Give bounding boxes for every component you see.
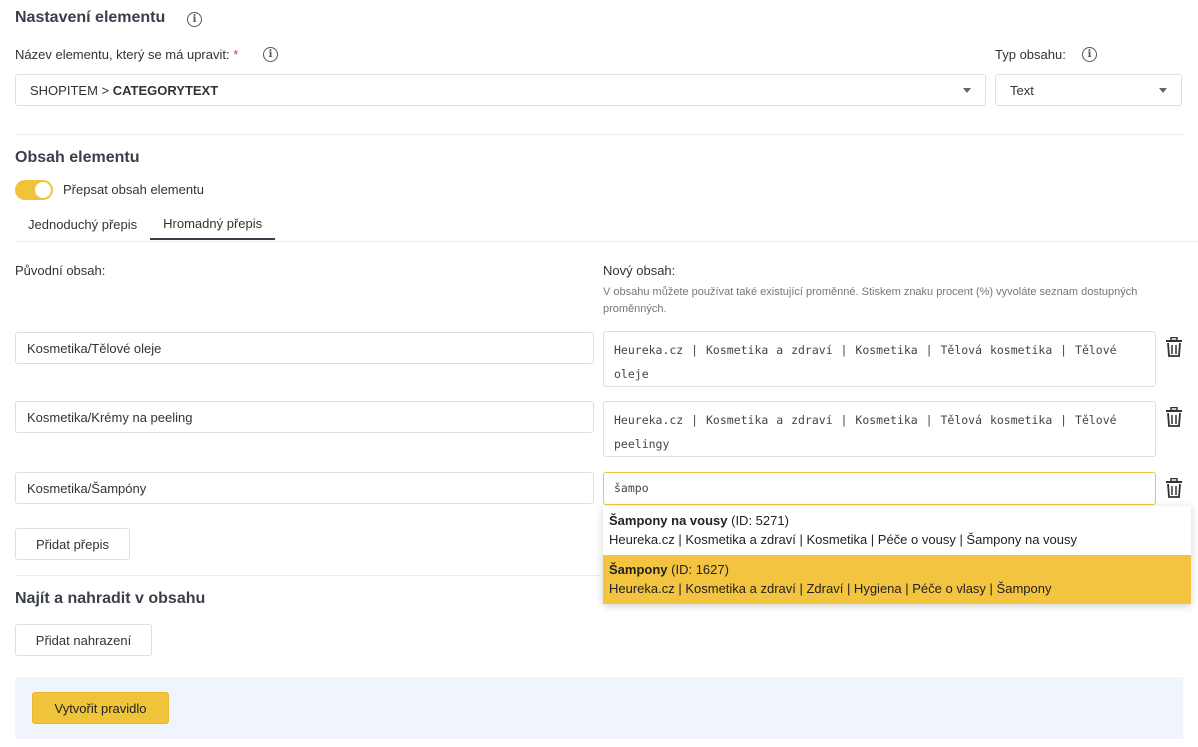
- add-replacement-button[interactable]: Přidat nahrazení: [15, 624, 152, 656]
- autocomplete-item-highlighted[interactable]: Šampony (ID: 1627) Heureka.cz | Kosmetik…: [603, 555, 1191, 604]
- trash-icon[interactable]: [1165, 407, 1183, 427]
- tab-label: Jednoduchý přepis: [28, 216, 138, 232]
- info-icon[interactable]: i: [1082, 47, 1097, 62]
- tab-simple-rewrite[interactable]: Jednoduchý přepis: [15, 208, 150, 240]
- autocomplete-item[interactable]: Šampony na vousy (ID: 5271) Heureka.cz |…: [603, 506, 1191, 555]
- original-content-input[interactable]: Kosmetika/Tělové oleje: [15, 332, 594, 364]
- original-content-value: Kosmetika/Krémy na peeling: [27, 409, 193, 425]
- new-content-textarea[interactable]: Heureka.cz | Kosmetika a zdraví | Kosmet…: [603, 331, 1156, 387]
- info-icon[interactable]: i: [187, 12, 202, 27]
- create-rule-label: Vytvořit pravidlo: [54, 700, 147, 716]
- footer-bar: [15, 677, 1183, 739]
- original-content-value: Kosmetika/Šampóny: [27, 480, 147, 496]
- original-content-label-text: Původní obsah:: [15, 263, 106, 278]
- element-name-select[interactable]: SHOPITEM > CATEGORYTEXT: [15, 74, 986, 106]
- find-replace-title: Najít a nahradit v obsahu: [15, 590, 206, 607]
- autocomplete-item-title: Šampony na vousy (ID: 5271): [609, 511, 1185, 530]
- autocomplete-item-path: Heureka.cz | Kosmetika a zdraví | Zdraví…: [609, 581, 1052, 596]
- new-content-value: Heureka.cz | Kosmetika a zdraví | Kosmet…: [614, 413, 1117, 451]
- tab-bulk-rewrite[interactable]: Hromadný přepis: [150, 208, 276, 240]
- new-content-textarea[interactable]: šampo: [603, 472, 1156, 505]
- autocomplete-item-path: Heureka.cz | Kosmetika a zdraví | Kosmet…: [609, 532, 1077, 547]
- rewrite-toggle-text: Přepsat obsah elementu: [63, 182, 204, 197]
- original-content-label: Původní obsah:: [15, 263, 105, 278]
- autocomplete-item-id: (ID: 5271): [731, 513, 789, 528]
- element-content-title: Obsah elementu: [15, 149, 140, 166]
- original-content-value: Kosmetika/Tělové oleje: [27, 340, 162, 356]
- info-icon[interactable]: i: [263, 47, 278, 62]
- new-content-hint: V obsahu můžete používat také existující…: [603, 284, 1183, 318]
- divider: [15, 575, 600, 576]
- autocomplete-item-id: (ID: 1627): [671, 562, 729, 577]
- tab-divider: [15, 241, 1198, 242]
- rewrite-toggle-label: Přepsat obsah elementu: [63, 182, 204, 197]
- element-name-prefix: SHOPITEM >: [30, 82, 113, 98]
- find-replace-heading: Najít a nahradit v obsahu: [15, 590, 205, 608]
- new-content-hint-text: V obsahu můžete používat také existující…: [603, 286, 1138, 315]
- autocomplete-item-name: Šampony: [609, 562, 668, 577]
- trash-icon[interactable]: [1165, 478, 1183, 498]
- autocomplete-dropdown: Šampony na vousy (ID: 5271) Heureka.cz |…: [603, 506, 1191, 604]
- new-content-value: šampo: [614, 481, 649, 495]
- add-rewrite-label: Přidat přepis: [36, 536, 109, 552]
- element-name-value: SHOPITEM > CATEGORYTEXT: [30, 83, 218, 98]
- add-replacement-label: Přidat nahrazení: [35, 632, 132, 648]
- content-type-value: Text: [1010, 82, 1034, 98]
- content-type-select[interactable]: Text: [995, 74, 1182, 106]
- original-content-input[interactable]: Kosmetika/Krémy na peeling: [15, 401, 594, 433]
- rewrite-toggle[interactable]: [15, 180, 53, 200]
- new-content-label: Nový obsah:: [603, 263, 675, 278]
- tab-label: Hromadný přepis: [163, 215, 263, 231]
- content-type-label: Typ obsahu:: [995, 47, 1066, 62]
- tab-bar: Jednoduchý přepis Hromadný přepis: [15, 208, 276, 240]
- required-mark: *: [233, 47, 239, 62]
- element-name-bold: CATEGORYTEXT: [112, 82, 219, 98]
- element-settings-title: Nastavení elementu: [15, 9, 166, 26]
- content-type-label-text: Typ obsahu:: [995, 47, 1066, 62]
- element-name-label: Název elementu, který se má upravit: *: [15, 47, 238, 62]
- chevron-down-icon: [1159, 87, 1167, 93]
- new-content-textarea[interactable]: Heureka.cz | Kosmetika a zdraví | Kosmet…: [603, 401, 1156, 457]
- original-content-input[interactable]: Kosmetika/Šampóny: [15, 472, 594, 504]
- autocomplete-item-title: Šampony (ID: 1627): [609, 560, 1185, 579]
- element-settings-heading: Nastavení elementu: [15, 9, 165, 27]
- element-name-label-text: Název elementu, který se má upravit:: [15, 47, 230, 62]
- add-rewrite-button[interactable]: Přidat přepis: [15, 528, 130, 560]
- trash-icon[interactable]: [1165, 337, 1183, 357]
- chevron-down-icon: [963, 87, 971, 93]
- toggle-knob: [35, 182, 51, 198]
- new-content-value: Heureka.cz | Kosmetika a zdraví | Kosmet…: [614, 343, 1117, 381]
- autocomplete-item-name: Šampony na vousy: [609, 513, 728, 528]
- element-content-heading: Obsah elementu: [15, 149, 139, 167]
- divider: [15, 134, 1185, 135]
- create-rule-button[interactable]: Vytvořit pravidlo: [32, 692, 169, 724]
- new-content-label-text: Nový obsah:: [603, 263, 676, 278]
